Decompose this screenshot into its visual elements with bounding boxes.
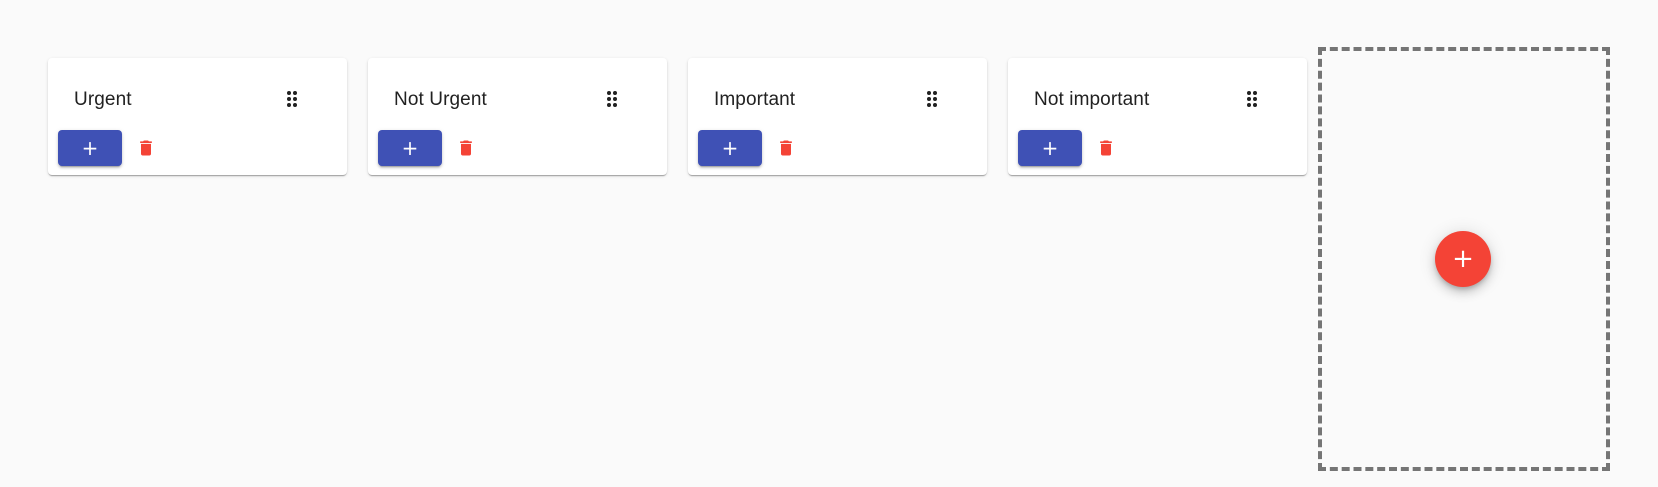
drag-handle-icon[interactable] [1247, 90, 1257, 108]
column-urgent: Urgent + [48, 58, 347, 175]
delete-column-button[interactable] [776, 138, 796, 158]
column-title: Not important [1034, 89, 1150, 110]
column-title: Urgent [74, 89, 132, 110]
delete-column-button[interactable] [456, 138, 476, 158]
add-card-button[interactable]: + [58, 130, 122, 166]
trash-icon [140, 140, 152, 156]
trash-icon [460, 140, 472, 156]
column-not-urgent: Not Urgent + [368, 58, 667, 175]
add-card-button[interactable]: + [1018, 130, 1082, 166]
column-important: Important + [688, 58, 987, 175]
trash-icon [780, 140, 792, 156]
kanban-board: Urgent + Not Urgent + Important + Not im… [0, 0, 1658, 487]
add-card-button[interactable]: + [378, 130, 442, 166]
column-not-important: Not important + [1008, 58, 1307, 175]
column-title: Important [714, 89, 796, 110]
column-title: Not Urgent [394, 89, 487, 110]
drag-handle-icon[interactable] [927, 90, 937, 108]
drag-handle-icon[interactable] [287, 90, 297, 108]
trash-icon [1100, 140, 1112, 156]
add-card-button[interactable]: + [698, 130, 762, 166]
delete-column-button[interactable] [1096, 138, 1116, 158]
delete-column-button[interactable] [136, 138, 156, 158]
drag-handle-icon[interactable] [607, 90, 617, 108]
add-column-button[interactable]: + [1435, 231, 1491, 287]
